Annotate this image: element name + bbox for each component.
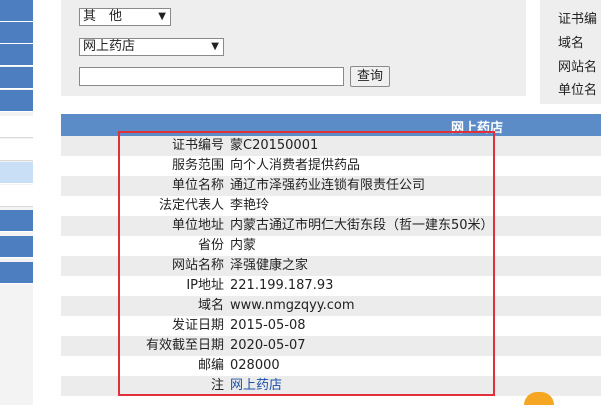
- row-value: 泽强健康之家: [230, 258, 309, 273]
- left-sidebar: [0, 0, 33, 405]
- query-button[interactable]: 查询: [350, 66, 390, 87]
- results-header-title: 网上药店: [451, 121, 504, 136]
- table-row: 法定代表人 李艳玲: [61, 196, 601, 216]
- sidebar-item[interactable]: [0, 22, 33, 44]
- table-row: IP地址 221.199.187.93: [61, 276, 601, 296]
- results-table: 证书编号 蒙C20150001 服务范围 向个人消费者提供药品 单位名称 通辽市…: [61, 136, 601, 396]
- table-row: 单位名称 通辽市泽强药业连锁有限责任公司: [61, 176, 601, 196]
- sidebar-item[interactable]: [0, 67, 33, 89]
- row-value: 通辽市泽强药业连锁有限责任公司: [230, 178, 426, 193]
- chevron-down-icon: ▼: [158, 11, 166, 22]
- table-row: 服务范围 向个人消费者提供药品: [61, 156, 601, 176]
- row-value: 2020-05-07: [230, 338, 306, 353]
- results-header: 网上药店: [61, 114, 601, 136]
- table-row: 发证日期 2015-05-08: [61, 316, 601, 336]
- sidebar-item[interactable]: [0, 90, 33, 112]
- table-row: 省份 内蒙: [61, 236, 601, 256]
- row-label: 有效截至日期: [145, 338, 224, 353]
- table-row: 注 网上药店: [61, 376, 601, 396]
- sidebar-item[interactable]: [0, 116, 33, 138]
- table-row: 单位地址 内蒙古通辽市明仁大街东段（哲一建东50米）: [61, 216, 601, 236]
- row-value: 内蒙古通辽市明仁大街东段（哲一建东50米）: [230, 218, 494, 233]
- table-row: 网站名称 泽强健康之家: [61, 256, 601, 276]
- row-label: IP地址: [186, 278, 224, 293]
- row-label: 单位地址: [171, 218, 224, 233]
- row-label: 发证日期: [171, 318, 224, 333]
- row-value: 221.199.187.93: [230, 278, 334, 293]
- row-value: 李艳玲: [230, 198, 270, 213]
- row-label: 证书编号: [171, 138, 224, 153]
- row-value: 内蒙: [230, 238, 257, 253]
- row-value: 028000: [230, 358, 280, 373]
- sidebar-item[interactable]: [0, 0, 33, 22]
- row-label: 服务范围: [171, 158, 224, 173]
- note-link[interactable]: 网上药店: [230, 376, 282, 396]
- right-panel-label: 证书编: [558, 12, 598, 27]
- table-row: 证书编号 蒙C20150001: [61, 136, 601, 156]
- row-label: 注: [210, 378, 224, 393]
- type-select[interactable]: 网上药店 ▼: [79, 38, 224, 56]
- sidebar-item[interactable]: [0, 236, 33, 258]
- row-value: www.nmgzqyy.com: [230, 298, 355, 313]
- row-label: 单位名称: [171, 178, 224, 193]
- row-label: 网站名称: [171, 258, 224, 273]
- category-select-value: 其 他: [83, 9, 123, 24]
- row-label: 邮编: [197, 358, 224, 373]
- category-select[interactable]: 其 他 ▼: [79, 8, 171, 26]
- row-label: 法定代表人: [158, 198, 224, 213]
- table-row: 域名 www.nmgzqyy.com: [61, 296, 601, 316]
- chevron-down-icon: ▼: [211, 41, 219, 52]
- sidebar-item[interactable]: [0, 262, 33, 284]
- sidebar-item[interactable]: [0, 185, 33, 207]
- row-label: 省份: [197, 238, 224, 253]
- table-row: 邮编 028000: [61, 356, 601, 376]
- right-panel-label: 域名: [558, 36, 585, 51]
- right-info-panel: 证书编 域名 网站名 单位名: [540, 0, 601, 104]
- sidebar-item[interactable]: [0, 210, 33, 232]
- right-panel-label: 网站名: [558, 60, 598, 75]
- type-select-value: 网上药店: [83, 39, 136, 54]
- table-row: 有效截至日期 2020-05-07: [61, 336, 601, 356]
- sidebar-item[interactable]: [0, 139, 33, 161]
- row-value: 2015-05-08: [230, 318, 306, 333]
- row-value: 蒙C20150001: [230, 138, 319, 153]
- search-input[interactable]: [79, 67, 344, 86]
- right-panel-label: 单位名: [558, 83, 598, 98]
- sidebar-item[interactable]: [0, 44, 33, 66]
- row-value: 向个人消费者提供药品: [230, 158, 361, 173]
- sidebar-item-active[interactable]: [0, 162, 33, 184]
- row-label: 域名: [197, 298, 224, 313]
